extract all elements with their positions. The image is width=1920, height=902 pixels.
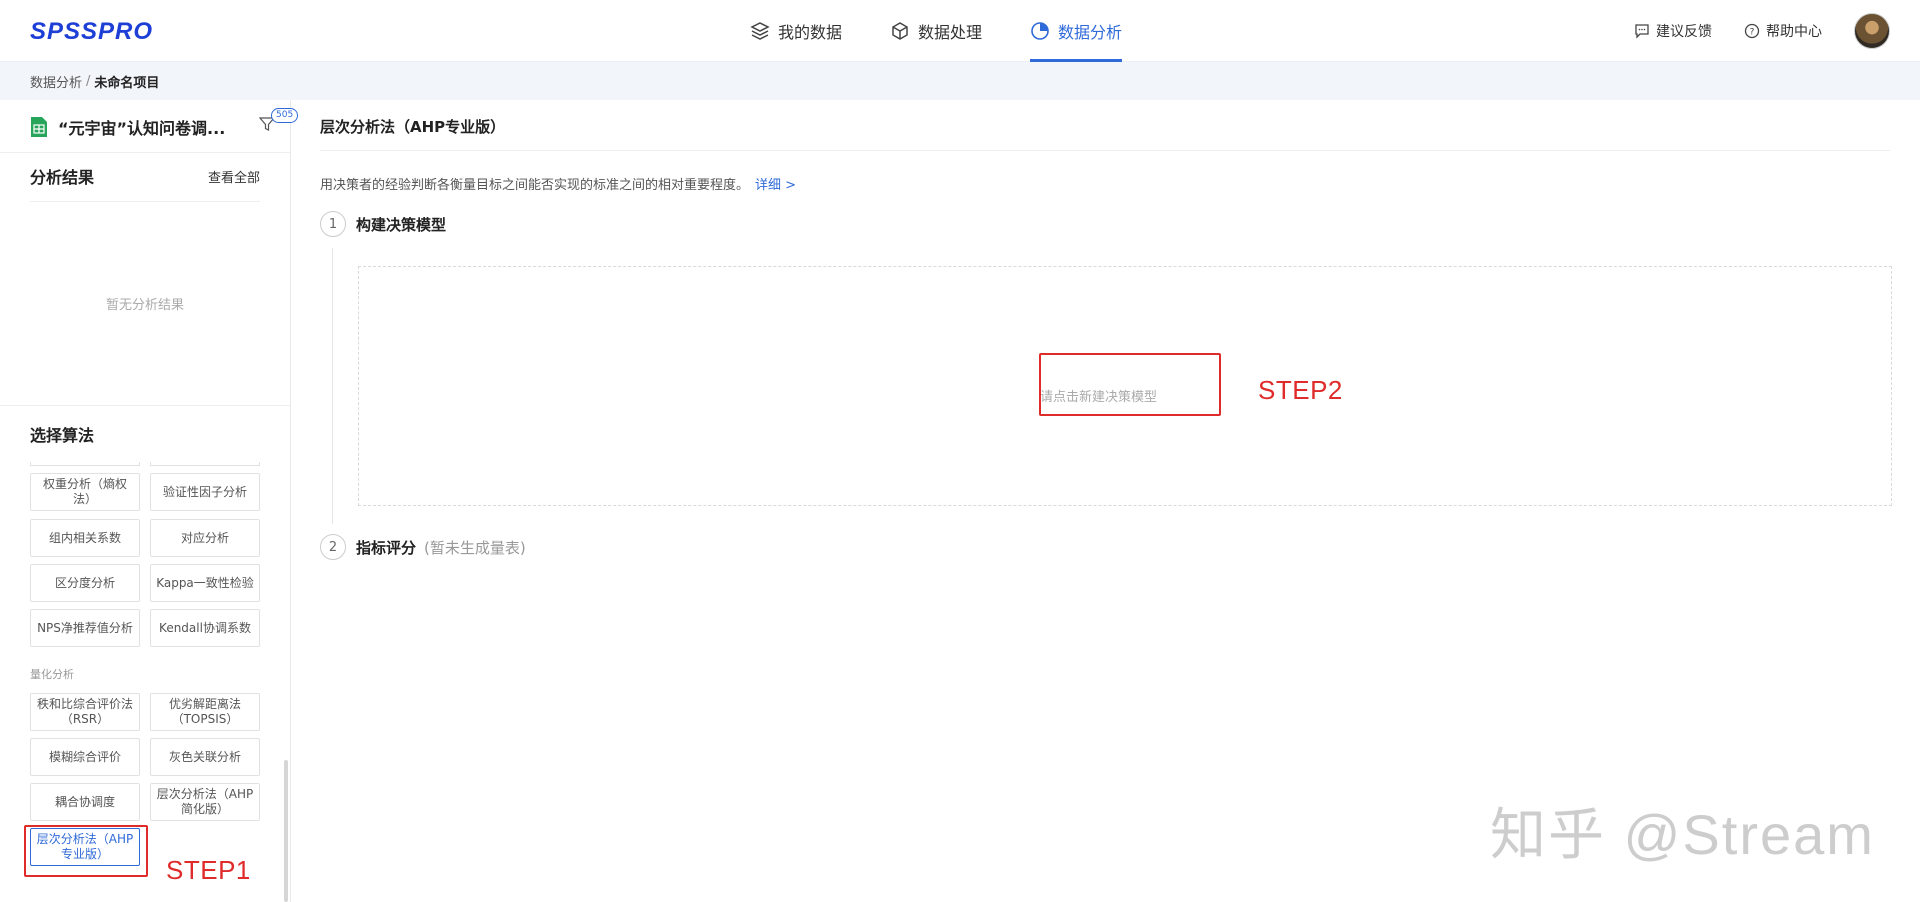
breadcrumb-parent[interactable]: 数据分析 — [30, 72, 82, 91]
algo-confirmatory-factor[interactable]: 验证性因子分析 — [150, 473, 260, 511]
details-link[interactable]: 详细 > — [755, 178, 796, 193]
description-text: 用决策者的经验判断各衡量目标之间能否实现的标准之间的相对重要程度。 — [320, 178, 750, 193]
method-description: 用决策者的经验判断各衡量目标之间能否实现的标准之间的相对重要程度。 详细 > — [320, 174, 796, 193]
main-nav: 我的数据 数据处理 数据分析 — [750, 0, 1170, 62]
algorithm-list-clipped-row — [30, 462, 262, 468]
step-title: 指标评分 — [356, 538, 417, 557]
results-header: 分析结果 查看全部 — [30, 164, 260, 188]
step-subtitle: (暂未生成量表) — [424, 538, 526, 557]
logo[interactable]: SPSSPRO — [30, 18, 153, 46]
algo-ahp-simple[interactable]: 层次分析法（AHP简化版） — [150, 783, 260, 821]
algo-kappa[interactable]: Kappa一致性检验 — [150, 564, 260, 602]
feedback-label: 建议反馈 — [1656, 24, 1712, 40]
algo-kendall[interactable]: Kendall协调系数 — [150, 609, 260, 647]
algorithm-button-clipped — [30, 462, 140, 466]
nav-data-analysis[interactable]: 数据分析 — [1030, 0, 1123, 62]
divider — [0, 405, 290, 406]
main-content: 层次分析法（AHP专业版） 用决策者的经验判断各衡量目标之间能否实现的标准之间的… — [292, 100, 1920, 902]
algo-nps[interactable]: NPS净推荐值分析 — [30, 609, 140, 647]
cube-icon — [892, 22, 908, 40]
filter-button[interactable]: 505 — [258, 108, 299, 136]
dataset-row[interactable]: “元宇宙”认知问卷调... 505 — [30, 108, 299, 140]
algorithm-section-title: 选择算法 — [30, 426, 95, 445]
algo-discrimination[interactable]: 区分度分析 — [30, 564, 140, 602]
algo-grey-relational[interactable]: 灰色关联分析 — [150, 738, 260, 776]
divider — [0, 152, 290, 153]
step-2: 2 指标评分 (暂未生成量表) — [320, 534, 526, 560]
nav-data-analysis-label: 数据分析 — [1058, 23, 1123, 42]
nav-data-processing-label: 数据处理 — [918, 23, 983, 42]
nav-data-processing[interactable]: 数据处理 — [890, 0, 982, 62]
breadcrumb: 数据分析 / 未命名项目 — [0, 62, 1920, 100]
algo-fuzzy[interactable]: 模糊综合评价 — [30, 738, 140, 776]
algorithm-button-clipped — [150, 462, 260, 466]
step2-label: STEP2 — [1258, 375, 1343, 405]
step-connector — [332, 248, 333, 524]
algo-rsr[interactable]: 秩和比综合评价法（RSR） — [30, 693, 140, 731]
help-icon: ? — [1744, 23, 1760, 39]
step2-highlight-box — [1039, 353, 1221, 416]
algo-weight-entropy[interactable]: 权重分析（熵权法） — [30, 473, 140, 511]
spreadsheet-icon — [31, 117, 47, 137]
page-title: 层次分析法（AHP专业版） — [320, 118, 506, 136]
layers-icon — [750, 22, 770, 40]
nav-my-data[interactable]: 我的数据 — [750, 0, 842, 62]
breadcrumb-separator: / — [86, 73, 91, 89]
svg-text:?: ? — [1750, 28, 1755, 38]
top-bar: SPSSPRO 我的数据 数据处理 数据分析 建议反馈 ? 帮助中心 — [0, 0, 1920, 62]
dataset-name: “元宇宙”认知问卷调... — [58, 119, 226, 138]
nav-my-data-label: 我的数据 — [778, 23, 843, 42]
avatar[interactable] — [1854, 13, 1890, 49]
watermark: 知乎 @Stream — [1490, 803, 1875, 866]
results-title: 分析结果 — [30, 168, 95, 187]
step1-highlight-box — [24, 825, 148, 877]
algo-icc[interactable]: 组内相关系数 — [30, 519, 140, 557]
algorithm-group-label: 量化分析 — [30, 668, 74, 681]
sidebar-scrollbar[interactable] — [284, 760, 288, 902]
step-title: 构建决策模型 — [356, 215, 447, 234]
view-all-link[interactable]: 查看全部 — [208, 167, 260, 186]
top-right-actions: 建议反馈 ? 帮助中心 — [1634, 0, 1890, 62]
breadcrumb-current: 未命名项目 — [94, 75, 160, 91]
help-center-label: 帮助中心 — [1766, 24, 1822, 40]
message-icon — [1635, 24, 1649, 39]
feedback-button[interactable]: 建议反馈 — [1634, 21, 1712, 41]
step1-label: STEP1 — [166, 855, 251, 885]
divider — [30, 201, 260, 202]
step-number: 2 — [320, 534, 346, 560]
pie-chart-icon — [1031, 22, 1049, 40]
algo-topsis[interactable]: 优劣解距离法（TOPSIS） — [150, 693, 260, 731]
divider — [320, 150, 1890, 151]
step-number: 1 — [320, 211, 346, 237]
results-empty-text: 暂无分析结果 — [105, 298, 184, 313]
algo-correspondence[interactable]: 对应分析 — [150, 519, 260, 557]
algo-coupling[interactable]: 耦合协调度 — [30, 783, 140, 821]
sidebar: “元宇宙”认知问卷调... 505 分析结果 查看全部 暂无分析结果 选择算法 … — [0, 100, 299, 902]
help-center-button[interactable]: ? 帮助中心 — [1744, 21, 1822, 41]
step-1: 1 构建决策模型 — [320, 211, 446, 237]
